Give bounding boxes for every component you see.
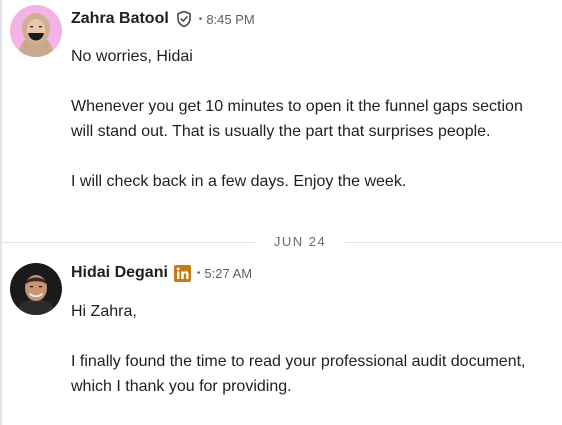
avatar[interactable] bbox=[10, 5, 62, 57]
message-time: 5:27 AM bbox=[204, 265, 253, 281]
divider-line-right bbox=[345, 242, 562, 243]
date-divider: JUN 24 bbox=[0, 234, 562, 249]
message-paragraph: I finally found the time to read your pr… bbox=[71, 353, 526, 395]
message-paragraph: I will check back in a few days. Enjoy t… bbox=[71, 173, 407, 190]
message-paragraph: Whenever you get 10 minutes to open it t… bbox=[71, 98, 523, 140]
avatar[interactable] bbox=[10, 263, 62, 315]
message-paragraph: Hi Zahra, bbox=[71, 303, 137, 320]
message-paragraph: No worries, Hidai bbox=[71, 48, 193, 65]
linkedin-icon bbox=[173, 264, 191, 282]
message-header: Hidai Degani • 5:27 AM bbox=[71, 264, 252, 282]
verified-shield-icon bbox=[175, 10, 193, 28]
date-divider-label: JUN 24 bbox=[273, 234, 327, 249]
separator-dot: • bbox=[198, 13, 203, 25]
sender-name[interactable]: Zahra Batool bbox=[71, 10, 169, 28]
conversation-edge bbox=[0, 0, 2, 425]
separator-dot: • bbox=[196, 267, 201, 279]
message-time: 8:45 PM bbox=[206, 11, 255, 27]
sender-name[interactable]: Hidai Degani bbox=[71, 264, 168, 282]
avatar-zahra-image bbox=[10, 5, 62, 57]
message-body: Hi Zahra, I finally found the time to re… bbox=[71, 299, 541, 399]
avatar-hidai-image bbox=[10, 263, 62, 315]
message-header: Zahra Batool • 8:45 PM bbox=[71, 10, 255, 28]
divider-line-left bbox=[0, 242, 255, 243]
message-body: No worries, Hidai Whenever you get 10 mi… bbox=[71, 44, 541, 194]
